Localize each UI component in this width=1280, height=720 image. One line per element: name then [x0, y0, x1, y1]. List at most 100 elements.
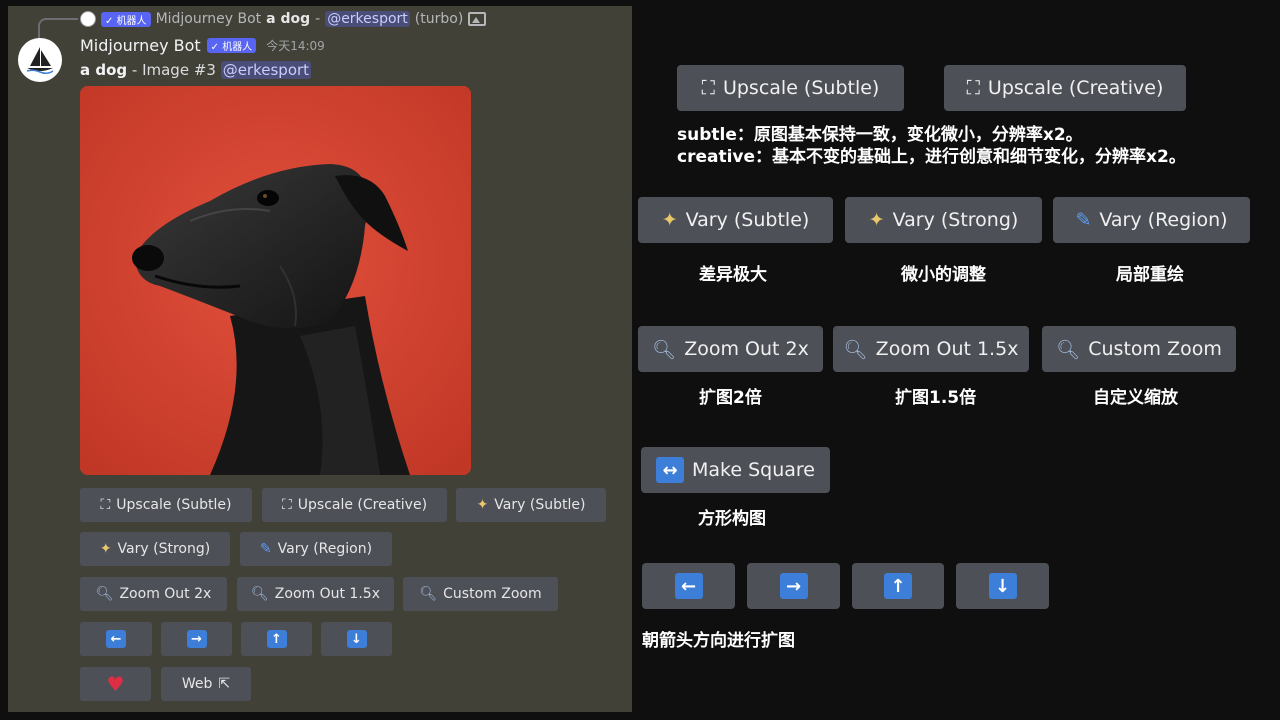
right-pan-right-button[interactable]: →: [747, 563, 840, 609]
right-vary-strong-button[interactable]: ✦ Vary (Strong): [845, 197, 1042, 243]
arrow-left-icon: ←: [106, 630, 126, 648]
reply-avatar: [80, 11, 96, 27]
arrow-down-icon: ↓: [346, 630, 367, 648]
upscale-creative-button[interactable]: ⛶ Upscale (Creative): [262, 488, 447, 522]
right-vary-region-button[interactable]: ✎ Vary (Region): [1053, 197, 1250, 243]
right-zoom-out-1-5x-button[interactable]: 🔍︎ Zoom Out 1.5x: [833, 326, 1029, 372]
vary-strong-button[interactable]: ✦ Vary (Strong): [80, 532, 230, 566]
zoom-2x-desc: 扩图2倍: [699, 388, 762, 408]
right-pan-down-button[interactable]: ↓: [956, 563, 1049, 609]
arrow-down-icon: ↓: [988, 573, 1017, 599]
button-label: Upscale (Creative): [297, 497, 428, 513]
arrow-left-icon: ←: [674, 573, 703, 599]
reply-connector: [38, 18, 78, 40]
button-label: Zoom Out 1.5x: [875, 338, 1019, 360]
custom-zoom-button[interactable]: 🔍︎ Custom Zoom: [403, 577, 558, 611]
message-prompt: a dog: [80, 61, 128, 79]
button-label: Make Square: [692, 459, 815, 481]
expand-icon: ⛶: [966, 77, 980, 99]
generated-dog-image[interactable]: [80, 86, 471, 475]
image-icon: [468, 12, 487, 26]
magnifier-icon: 🔍︎: [652, 338, 677, 361]
zoom-out-1-5x-button[interactable]: 🔍︎ Zoom Out 1.5x: [237, 577, 394, 611]
message-content: a dog - Image #3 @erkesport: [80, 61, 312, 79]
arrow-up-icon: ↑: [884, 573, 912, 599]
bot-avatar[interactable]: [18, 38, 62, 82]
web-link-button[interactable]: Web ⇱: [161, 667, 251, 701]
magic-wand-icon: ✦: [99, 541, 112, 557]
magic-wand-icon: ✦: [661, 209, 678, 231]
sailboat-logo-icon: [26, 47, 54, 75]
right-pan-left-button[interactable]: ←: [642, 563, 735, 609]
note-creative: creative：基本不变的基础上，进行创意和细节变化，分辨率x2。: [677, 147, 1186, 167]
magnifier-icon: 🔍︎: [419, 586, 438, 602]
expand-icon: ⛶: [701, 77, 715, 99]
magic-wand-icon: ✦: [868, 209, 885, 231]
bot-tag: ✓ 机器人: [206, 38, 257, 53]
right-custom-zoom-button[interactable]: 🔍︎ Custom Zoom: [1042, 326, 1236, 372]
zoom-out-2x-button[interactable]: 🔍︎ Zoom Out 2x: [80, 577, 227, 611]
arrow-up-icon: ↑: [266, 630, 287, 648]
button-label: Upscale (Creative): [987, 77, 1164, 99]
vary-region-button[interactable]: ✎ Vary (Region): [240, 532, 392, 566]
vary-strong-desc: 微小的调整: [901, 265, 986, 285]
zoom-1-5x-desc: 扩图1.5倍: [895, 388, 977, 408]
button-label: Vary (Region): [1099, 209, 1228, 231]
favorite-button[interactable]: ♥: [80, 667, 151, 701]
button-label: Vary (Strong): [892, 209, 1019, 231]
button-label: Zoom Out 2x: [684, 338, 809, 360]
vary-subtle-desc: 差异极大: [699, 265, 767, 285]
right-zoom-out-2x-button[interactable]: 🔍︎ Zoom Out 2x: [638, 326, 823, 372]
button-label: Vary (Strong): [117, 541, 211, 557]
button-label: Upscale (Subtle): [722, 77, 880, 99]
magnifier-icon: 🔍︎: [1056, 338, 1081, 361]
button-label: Vary (Subtle): [685, 209, 810, 231]
timestamp: 今天14:09: [266, 39, 325, 53]
image-label: - Image #3: [127, 61, 221, 79]
custom-zoom-desc: 自定义缩放: [1093, 388, 1178, 408]
expand-icon: ⛶: [100, 497, 111, 513]
button-label: Zoom Out 2x: [119, 586, 212, 602]
magic-wand-icon: ✦: [476, 497, 489, 513]
button-label: Vary (Subtle): [494, 497, 586, 513]
reply-preview[interactable]: ✓ 机器人 Midjourney Bot a dog - @erkesport …: [80, 8, 487, 30]
button-label: Zoom Out 1.5x: [274, 586, 380, 602]
message-mention[interactable]: @erkesport: [220, 61, 312, 79]
horizontal-arrows-icon: ↔: [656, 457, 684, 483]
message-header: Midjourney Bot ✓ 机器人 今天14:09: [80, 36, 325, 55]
vary-subtle-button[interactable]: ✦ Vary (Subtle): [456, 488, 606, 522]
button-label: Custom Zoom: [443, 586, 542, 602]
right-upscale-creative-button[interactable]: ⛶ Upscale (Creative): [944, 65, 1186, 111]
button-label: Vary (Region): [277, 541, 373, 557]
expand-icon: ⛶: [281, 497, 292, 513]
upscale-subtle-button[interactable]: ⛶ Upscale (Subtle): [80, 488, 252, 522]
pan-down-button[interactable]: ↓: [321, 622, 392, 656]
reply-mention[interactable]: @erkesport: [325, 11, 410, 27]
reply-prompt: a dog: [266, 11, 311, 27]
make-square-desc: 方形构图: [698, 509, 766, 529]
reply-author: Midjourney Bot: [155, 11, 262, 27]
upscale-note: subtle：原图基本保持一致，变化微小，分辨率x2。 creative：基本不…: [677, 124, 1186, 168]
pan-up-button[interactable]: ↑: [241, 622, 312, 656]
arrow-right-icon: →: [186, 630, 207, 648]
discord-message-panel: ✓ 机器人 Midjourney Bot a dog - @erkesport …: [8, 6, 632, 712]
right-pan-up-button[interactable]: ↑: [852, 563, 944, 609]
button-label: Custom Zoom: [1088, 338, 1222, 360]
heart-icon: ♥: [106, 672, 125, 696]
button-label: Web: [181, 676, 213, 692]
right-make-square-button[interactable]: ↔ Make Square: [641, 447, 830, 493]
pan-left-button[interactable]: ←: [80, 622, 152, 656]
reply-separator: -: [315, 11, 321, 27]
pan-right-button[interactable]: →: [161, 622, 232, 656]
right-upscale-subtle-button[interactable]: ⛶ Upscale (Subtle): [677, 65, 904, 111]
paintbrush-icon: ✎: [259, 541, 272, 557]
note-subtle: subtle：原图基本保持一致，变化微小，分辨率x2。: [677, 125, 1083, 145]
paintbrush-icon: ✎: [1075, 209, 1092, 231]
reply-mode: (turbo): [414, 11, 464, 27]
arrow-right-icon: →: [779, 573, 808, 599]
magnifier-icon: 🔍︎: [843, 338, 868, 361]
magnifier-icon: 🔍︎: [95, 586, 114, 602]
right-vary-subtle-button[interactable]: ✦ Vary (Subtle): [638, 197, 833, 243]
author-name[interactable]: Midjourney Bot: [80, 36, 201, 55]
arrows-desc: 朝箭头方向进行扩图: [642, 631, 795, 651]
